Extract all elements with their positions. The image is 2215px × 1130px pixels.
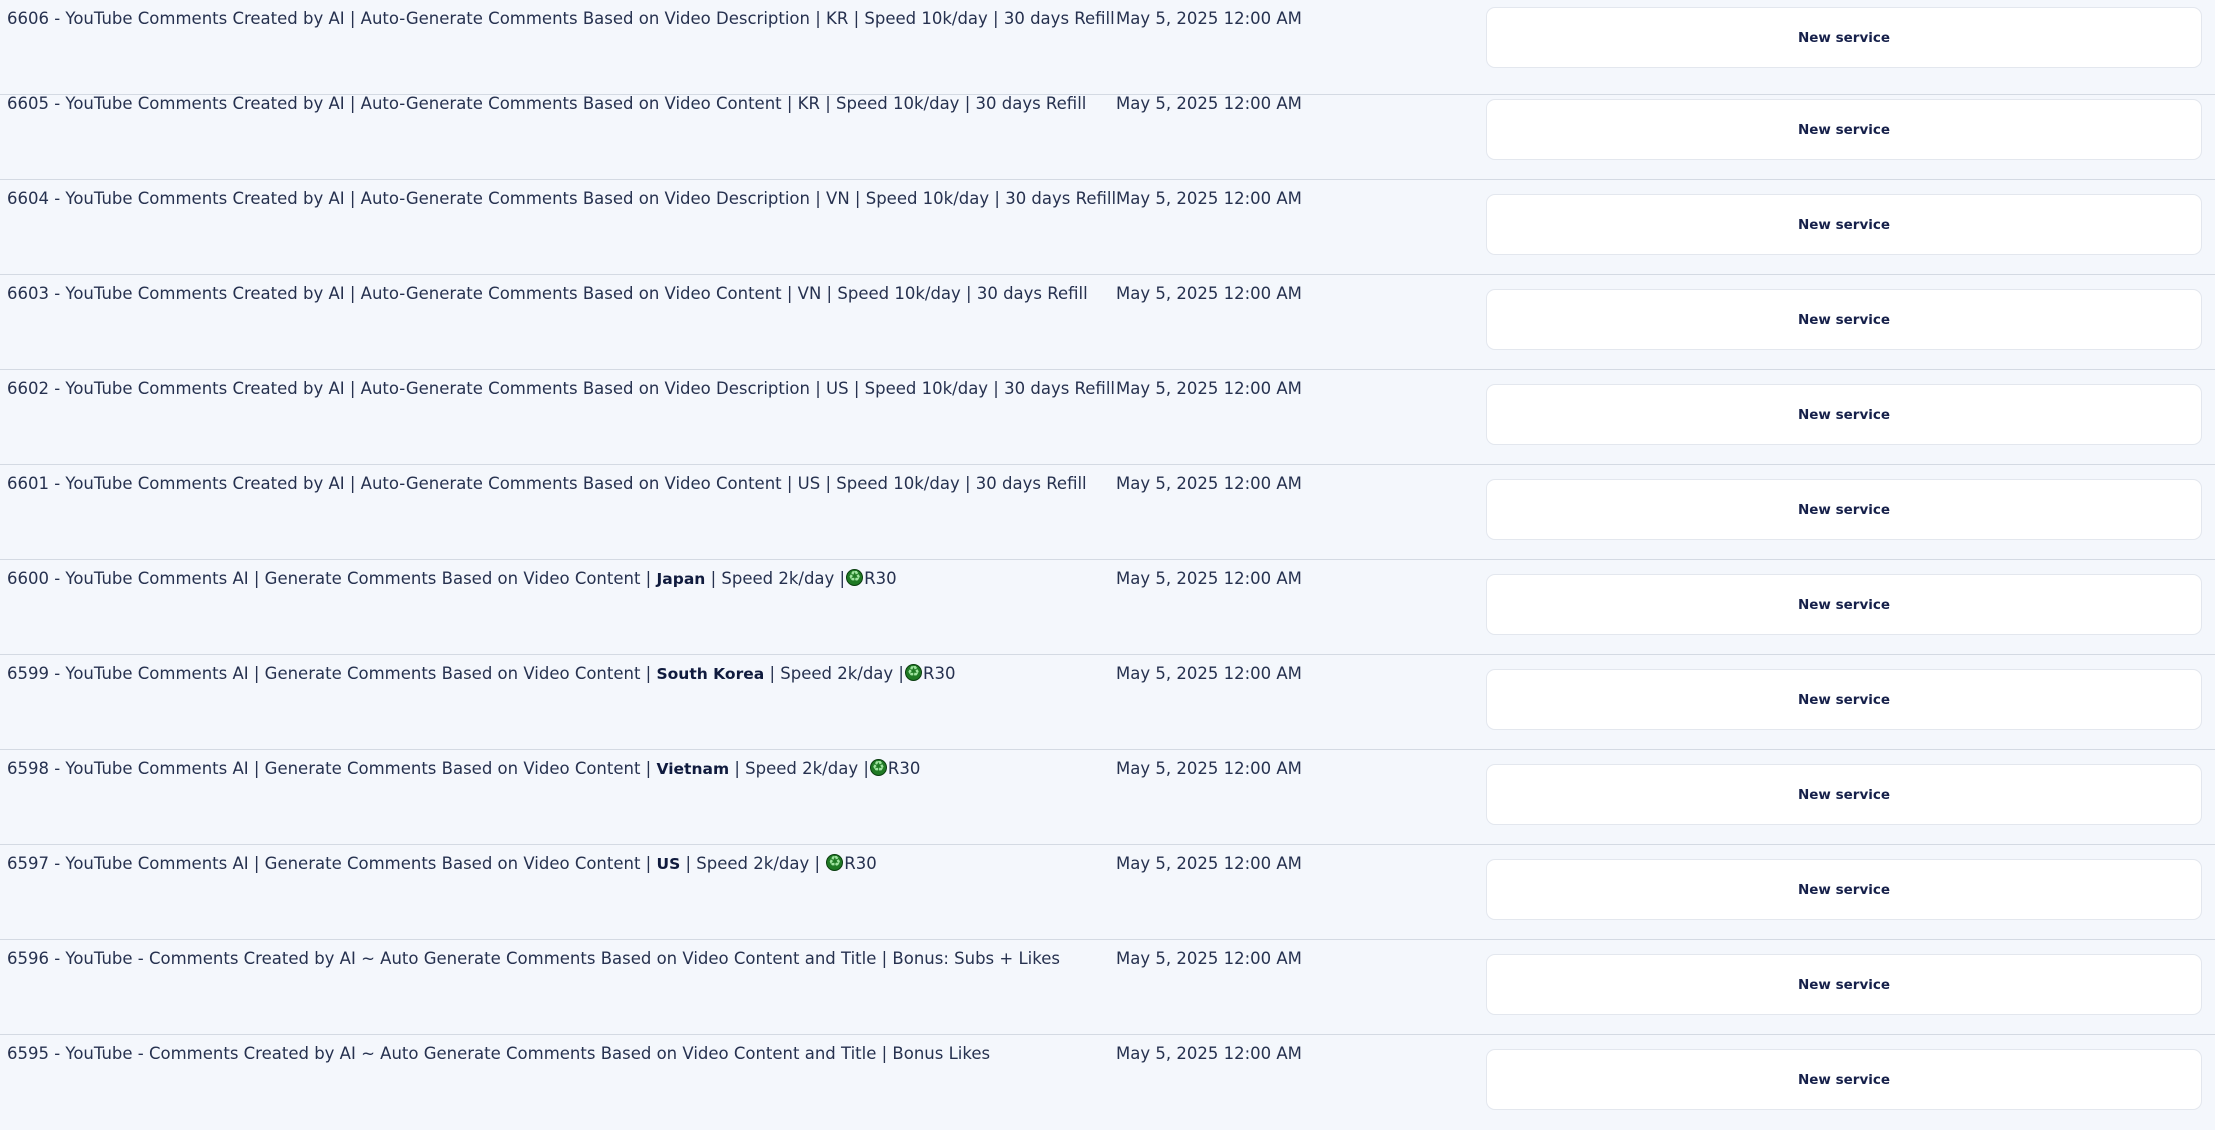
service-refill-tag: R30 [923,664,956,683]
list-item: 6605 - YouTube Comments Created by AI | … [0,85,2215,180]
list-item: 6601 - YouTube Comments Created by AI | … [0,465,2215,560]
list-item: 6600 - YouTube Comments AI | Generate Co… [0,560,2215,655]
list-item: 6603 - YouTube Comments Created by AI | … [0,275,2215,370]
list-item: 6595 - YouTube - Comments Created by AI … [0,1035,2215,1130]
service-date: May 5, 2025 12:00 AM [1116,9,1302,28]
service-name-prefix: 6599 - YouTube Comments AI | Generate Co… [7,664,657,683]
recycle-icon [869,757,887,777]
service-name: 6600 - YouTube Comments AI | Generate Co… [7,566,897,592]
service-name: 6605 - YouTube Comments Created by AI | … [7,94,1087,113]
service-date: May 5, 2025 12:00 AM [1116,284,1302,303]
list-item: 6596 - YouTube - Comments Created by AI … [0,940,2215,1035]
new-service-button[interactable]: New service [1486,764,2202,825]
service-name-prefix: 6598 - YouTube Comments AI | Generate Co… [7,759,657,778]
service-date: May 5, 2025 12:00 AM [1116,949,1302,968]
service-date: May 5, 2025 12:00 AM [1116,474,1302,493]
new-service-button[interactable]: New service [1486,289,2202,350]
service-country: Japan [656,570,706,588]
new-service-button[interactable]: New service [1486,1049,2202,1110]
service-name: 6601 - YouTube Comments Created by AI | … [7,474,1087,493]
service-name: 6603 - YouTube Comments Created by AI | … [7,284,1088,303]
list-item: 6606 - YouTube Comments Created by AI | … [0,0,2215,95]
service-date: May 5, 2025 12:00 AM [1116,1044,1302,1063]
service-country: Vietnam [656,760,730,778]
service-name: 6602 - YouTube Comments Created by AI | … [7,379,1115,398]
service-refill-tag: R30 [864,569,897,588]
service-name: 6597 - YouTube Comments AI | Generate Co… [7,851,877,877]
new-service-button[interactable]: New service [1486,7,2202,68]
new-service-button[interactable]: New service [1486,954,2202,1015]
new-service-button[interactable]: New service [1486,194,2202,255]
service-name-suffix: | Speed 2k/day | [764,664,904,683]
list-item: 6597 - YouTube Comments AI | Generate Co… [0,845,2215,940]
recycle-icon [826,852,844,872]
recycle-icon [905,662,922,682]
recycle-icon [846,567,864,587]
service-refill-tag: R30 [844,854,877,873]
new-service-button[interactable]: New service [1486,574,2202,635]
list-item: 6602 - YouTube Comments Created by AI | … [0,370,2215,465]
service-name-prefix: 6600 - YouTube Comments AI | Generate Co… [7,569,657,588]
service-name: 6606 - YouTube Comments Created by AI | … [7,9,1115,28]
list-item: 6604 - YouTube Comments Created by AI | … [0,180,2215,275]
service-date: May 5, 2025 12:00 AM [1116,94,1302,113]
service-name-prefix: 6597 - YouTube Comments AI | Generate Co… [7,854,657,873]
service-country: US [656,855,681,873]
service-country: South Korea [656,665,765,683]
service-name: 6596 - YouTube - Comments Created by AI … [7,949,1060,968]
service-name: 6599 - YouTube Comments AI | Generate Co… [7,661,955,687]
service-date: May 5, 2025 12:00 AM [1116,664,1302,683]
new-service-button[interactable]: New service [1486,669,2202,730]
service-name: 6604 - YouTube Comments Created by AI | … [7,189,1117,208]
service-date: May 5, 2025 12:00 AM [1116,759,1302,778]
new-service-button[interactable]: New service [1486,859,2202,920]
list-item: 6598 - YouTube Comments AI | Generate Co… [0,750,2215,845]
new-service-button[interactable]: New service [1486,479,2202,540]
service-name-suffix: | Speed 2k/day | [680,854,826,873]
service-name: 6595 - YouTube - Comments Created by AI … [7,1044,991,1063]
service-name-suffix: | Speed 2k/day | [705,569,846,588]
service-date: May 5, 2025 12:00 AM [1116,569,1302,588]
service-refill-tag: R30 [887,759,921,778]
new-service-button[interactable]: New service [1486,99,2202,160]
service-name: 6598 - YouTube Comments AI | Generate Co… [7,756,920,782]
new-service-button[interactable]: New service [1486,384,2202,445]
list-item: 6599 - YouTube Comments AI | Generate Co… [0,655,2215,750]
service-date: May 5, 2025 12:00 AM [1116,189,1302,208]
service-date: May 5, 2025 12:00 AM [1116,854,1302,873]
service-date: May 5, 2025 12:00 AM [1116,379,1302,398]
service-name-suffix: | Speed 2k/day | [729,759,869,778]
